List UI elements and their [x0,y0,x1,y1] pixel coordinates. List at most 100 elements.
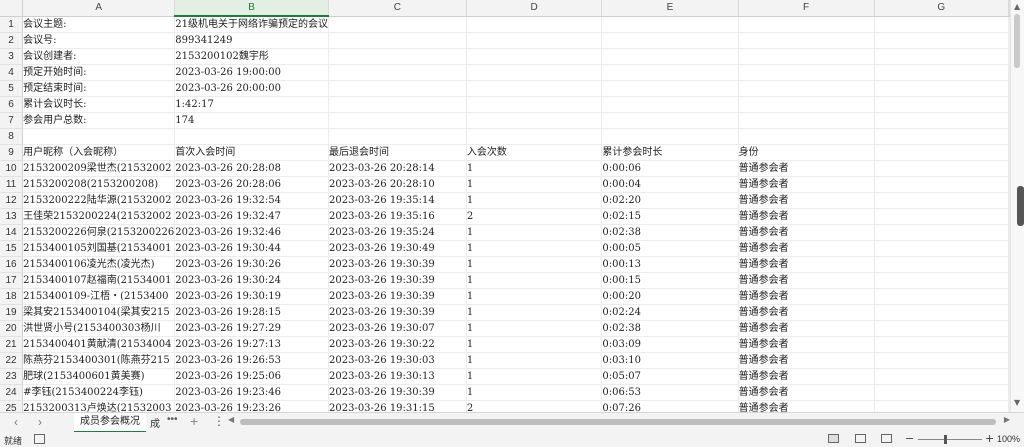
cell-d10[interactable]: 1 [466,160,603,177]
cell-e10[interactable]: 0:00:06 [601,160,739,177]
row-header[interactable]: 19 [0,304,24,321]
cell-f18[interactable]: 普通参会者 [738,288,875,305]
cell-d17[interactable]: 1 [466,272,603,289]
cell-d14[interactable]: 1 [466,224,603,241]
cell-g8[interactable] [874,128,1010,145]
cell-c9[interactable]: 最后退会时间 [328,144,467,161]
cell-g23[interactable] [874,368,1010,385]
cell-e16[interactable]: 0:00:13 [601,256,739,273]
cell-a15[interactable]: 2153400105刘国基(21534001 [22,240,176,257]
cell-g5[interactable] [874,80,1010,97]
cell-d16[interactable]: 1 [466,256,603,273]
cell-a12[interactable]: 2153200222陆华源(21532002 [22,192,176,209]
sheet-tab-other[interactable]: 成 [150,415,160,430]
cell-f16[interactable]: 普通参会者 [738,256,875,273]
cell-a8[interactable] [22,128,176,145]
cell-a25[interactable]: 2153200313卢焕达(21532003 [22,400,176,412]
cell-c3[interactable] [328,48,467,65]
cell-b9[interactable]: 首次入会时间 [174,144,329,161]
cell-g12[interactable] [874,192,1010,209]
row-header[interactable]: 13 [0,208,24,225]
cell-e7[interactable] [601,112,739,129]
cell-e9[interactable]: 累计参会时长 [601,144,739,161]
cell-f15[interactable]: 普通参会者 [738,240,875,257]
sheet-tab-active[interactable]: 成员参会概况 [74,413,146,433]
cell-g25[interactable] [874,400,1010,412]
cell-e4[interactable] [601,64,739,81]
column-header-f[interactable]: F [738,0,875,17]
cell-b5[interactable]: 2023-03-26 20:00:00 [174,80,329,97]
cell-g9[interactable] [874,144,1010,161]
cell-e22[interactable]: 0:03:10 [601,352,739,369]
cell-d12[interactable]: 1 [466,192,603,209]
cell-f10[interactable]: 普通参会者 [738,160,875,177]
cell-e1[interactable] [601,16,739,33]
more-sheets-icon[interactable]: ••• [167,414,178,425]
cell-f1[interactable] [738,16,875,33]
row-header[interactable]: 6 [0,96,24,113]
vertical-scroll-thumb[interactable] [1014,14,1020,68]
cell-g17[interactable] [874,272,1010,289]
row-header[interactable]: 17 [0,272,24,289]
cell-d2[interactable] [466,32,603,49]
cell-b23[interactable]: 2023-03-26 19:25:06 [174,368,329,385]
zoom-out-icon[interactable]: − [905,432,914,445]
zoom-slider-track[interactable] [918,439,982,440]
cell-c20[interactable]: 2023-03-26 19:30:07 [328,320,467,337]
cell-c8[interactable] [328,128,467,145]
row-header[interactable]: 18 [0,288,24,305]
row-header[interactable]: 11 [0,176,24,193]
cell-a20[interactable]: 洪世贤小号(2153400303杨川 [22,320,176,337]
cell-a17[interactable]: 2153400107赵福南(21534001 [22,272,176,289]
cell-e24[interactable]: 0:06:53 [601,384,739,401]
cell-b3[interactable]: 2153200102魏宇彤 [174,48,329,65]
cell-d3[interactable] [466,48,603,65]
cell-a18[interactable]: 2153400109-江梧・(2153400 [22,288,176,305]
cell-g3[interactable] [874,48,1010,65]
column-header-d[interactable]: D [466,0,603,17]
cell-b13[interactable]: 2023-03-26 19:32:47 [174,208,329,225]
cell-e19[interactable]: 0:02:24 [601,304,739,321]
cell-c17[interactable]: 2023-03-26 19:30:39 [328,272,467,289]
cell-e21[interactable]: 0:03:09 [601,336,739,353]
cell-f12[interactable]: 普通参会者 [738,192,875,209]
cell-b14[interactable]: 2023-03-26 19:32:46 [174,224,329,241]
cell-f19[interactable]: 普通参会者 [738,304,875,321]
cell-c1[interactable] [328,16,467,33]
cell-g10[interactable] [874,160,1010,177]
column-header-b[interactable]: B [174,0,329,17]
cell-d5[interactable] [466,80,603,97]
cell-g19[interactable] [874,304,1010,321]
cell-d24[interactable]: 1 [466,384,603,401]
horizontal-scroll-thumb[interactable] [240,419,996,425]
cell-a10[interactable]: 2153200209梁世杰(21532002 [22,160,176,177]
row-header[interactable]: 16 [0,256,24,273]
spreadsheet-grid[interactable]: ABCDEFG 1 会议主题: 21级机电关于网络诈骗预定的会议 2 会议号: 89934… [0,0,1010,412]
column-header-g[interactable]: G [874,0,1010,17]
cell-d18[interactable]: 1 [466,288,603,305]
cell-g2[interactable] [874,32,1010,49]
page-layout-view-icon[interactable] [855,434,866,443]
cell-d19[interactable]: 1 [466,304,603,321]
cell-f7[interactable] [738,112,875,129]
cell-c5[interactable] [328,80,467,97]
row-header[interactable]: 12 [0,192,24,209]
cell-a2[interactable]: 会议号: [22,32,176,49]
cell-g24[interactable] [874,384,1010,401]
cell-b7[interactable]: 174 [174,112,329,129]
cell-e6[interactable] [601,96,739,113]
horizontal-scrollbar[interactable]: ◀ ▶ [228,415,1010,427]
scroll-right-icon[interactable]: ▶ [1004,415,1010,424]
row-header[interactable]: 23 [0,368,24,385]
row-header[interactable]: 25 [0,400,24,412]
cell-g11[interactable] [874,176,1010,193]
cell-c7[interactable] [328,112,467,129]
cell-d25[interactable]: 2 [466,400,603,412]
macro-record-icon[interactable] [34,434,45,444]
cell-b21[interactable]: 2023-03-26 19:27:13 [174,336,329,353]
cell-f8[interactable] [738,128,875,145]
cell-g20[interactable] [874,320,1010,337]
cell-b10[interactable]: 2023-03-26 20:28:08 [174,160,329,177]
row-header[interactable]: 1 [0,16,24,33]
cell-f9[interactable]: 身份 [738,144,875,161]
